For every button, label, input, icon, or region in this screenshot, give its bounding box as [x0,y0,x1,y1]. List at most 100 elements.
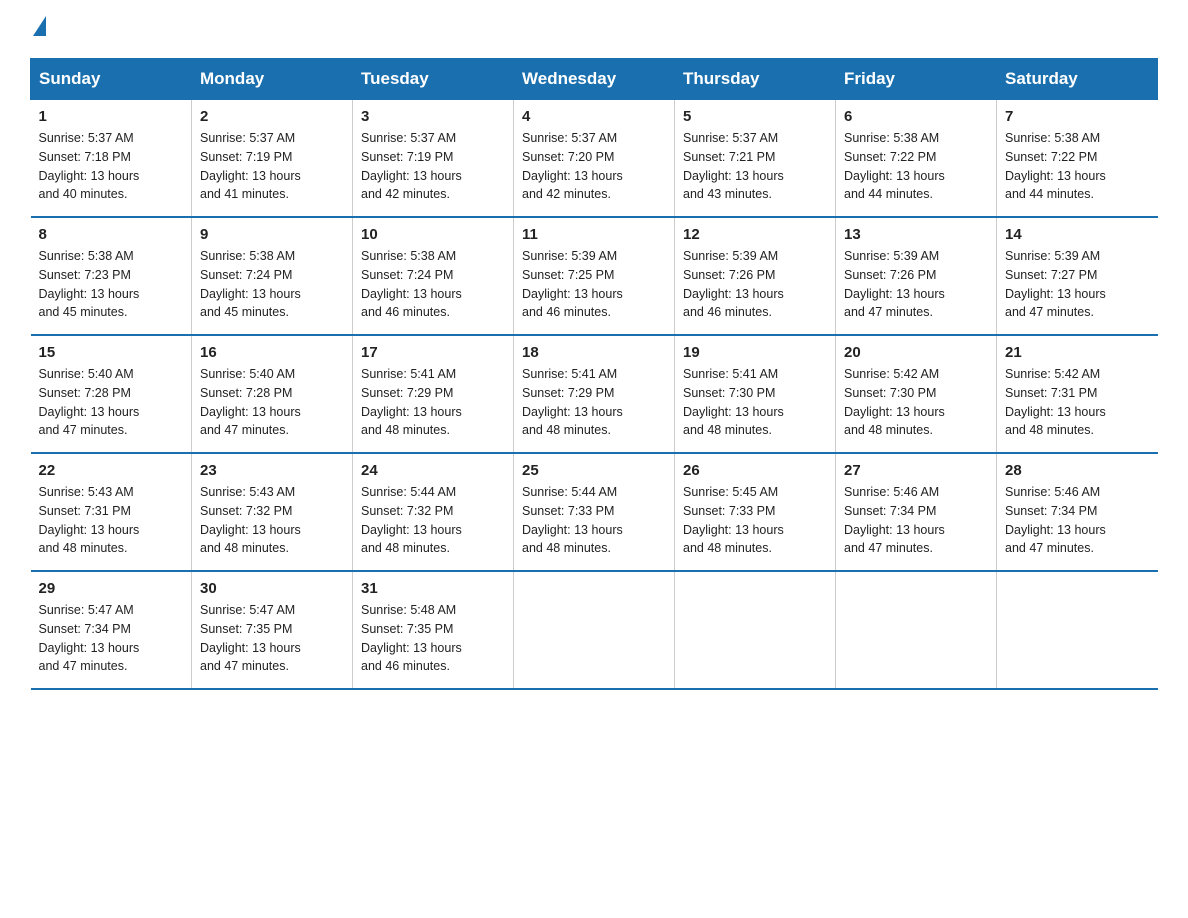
calendar-cell: 23 Sunrise: 5:43 AMSunset: 7:32 PMDaylig… [192,453,353,571]
day-number: 9 [200,226,344,243]
calendar-cell: 16 Sunrise: 5:40 AMSunset: 7:28 PMDaylig… [192,335,353,453]
calendar-cell: 27 Sunrise: 5:46 AMSunset: 7:34 PMDaylig… [836,453,997,571]
calendar-row-week-5: 29 Sunrise: 5:47 AMSunset: 7:34 PMDaylig… [31,571,1158,689]
day-info: Sunrise: 5:37 AMSunset: 7:19 PMDaylight:… [361,131,462,201]
day-number: 20 [844,344,988,361]
day-info: Sunrise: 5:47 AMSunset: 7:35 PMDaylight:… [200,603,301,673]
calendar-table: SundayMondayTuesdayWednesdayThursdayFrid… [30,58,1158,690]
day-info: Sunrise: 5:46 AMSunset: 7:34 PMDaylight:… [844,485,945,555]
day-info: Sunrise: 5:47 AMSunset: 7:34 PMDaylight:… [39,603,140,673]
calendar-cell: 7 Sunrise: 5:38 AMSunset: 7:22 PMDayligh… [997,100,1158,218]
day-number: 31 [361,580,505,597]
day-info: Sunrise: 5:43 AMSunset: 7:32 PMDaylight:… [200,485,301,555]
calendar-cell: 21 Sunrise: 5:42 AMSunset: 7:31 PMDaylig… [997,335,1158,453]
calendar-cell: 22 Sunrise: 5:43 AMSunset: 7:31 PMDaylig… [31,453,192,571]
day-number: 23 [200,462,344,479]
day-number: 3 [361,108,505,125]
header-tuesday: Tuesday [353,59,514,100]
day-info: Sunrise: 5:38 AMSunset: 7:24 PMDaylight:… [200,249,301,319]
day-info: Sunrise: 5:38 AMSunset: 7:22 PMDaylight:… [1005,131,1106,201]
day-info: Sunrise: 5:37 AMSunset: 7:21 PMDaylight:… [683,131,784,201]
day-number: 8 [39,226,184,243]
day-number: 10 [361,226,505,243]
day-info: Sunrise: 5:44 AMSunset: 7:32 PMDaylight:… [361,485,462,555]
day-info: Sunrise: 5:39 AMSunset: 7:27 PMDaylight:… [1005,249,1106,319]
header-wednesday: Wednesday [514,59,675,100]
day-info: Sunrise: 5:39 AMSunset: 7:26 PMDaylight:… [844,249,945,319]
calendar-cell: 5 Sunrise: 5:37 AMSunset: 7:21 PMDayligh… [675,100,836,218]
calendar-cell [675,571,836,689]
day-info: Sunrise: 5:45 AMSunset: 7:33 PMDaylight:… [683,485,784,555]
header-thursday: Thursday [675,59,836,100]
day-number: 4 [522,108,666,125]
day-number: 22 [39,462,184,479]
day-info: Sunrise: 5:46 AMSunset: 7:34 PMDaylight:… [1005,485,1106,555]
header-sunday: Sunday [31,59,192,100]
page-header [30,20,1158,40]
calendar-cell: 10 Sunrise: 5:38 AMSunset: 7:24 PMDaylig… [353,217,514,335]
day-number: 11 [522,226,666,243]
calendar-row-week-2: 8 Sunrise: 5:38 AMSunset: 7:23 PMDayligh… [31,217,1158,335]
day-number: 13 [844,226,988,243]
day-number: 28 [1005,462,1150,479]
calendar-cell [997,571,1158,689]
day-number: 2 [200,108,344,125]
day-info: Sunrise: 5:43 AMSunset: 7:31 PMDaylight:… [39,485,140,555]
calendar-cell: 19 Sunrise: 5:41 AMSunset: 7:30 PMDaylig… [675,335,836,453]
calendar-cell: 20 Sunrise: 5:42 AMSunset: 7:30 PMDaylig… [836,335,997,453]
day-info: Sunrise: 5:48 AMSunset: 7:35 PMDaylight:… [361,603,462,673]
calendar-cell: 18 Sunrise: 5:41 AMSunset: 7:29 PMDaylig… [514,335,675,453]
calendar-cell: 1 Sunrise: 5:37 AMSunset: 7:18 PMDayligh… [31,100,192,218]
day-number: 29 [39,580,184,597]
header-monday: Monday [192,59,353,100]
day-number: 21 [1005,344,1150,361]
calendar-cell [836,571,997,689]
day-number: 27 [844,462,988,479]
day-info: Sunrise: 5:37 AMSunset: 7:19 PMDaylight:… [200,131,301,201]
day-number: 5 [683,108,827,125]
calendar-cell: 4 Sunrise: 5:37 AMSunset: 7:20 PMDayligh… [514,100,675,218]
calendar-cell: 8 Sunrise: 5:38 AMSunset: 7:23 PMDayligh… [31,217,192,335]
day-info: Sunrise: 5:37 AMSunset: 7:20 PMDaylight:… [522,131,623,201]
calendar-cell: 14 Sunrise: 5:39 AMSunset: 7:27 PMDaylig… [997,217,1158,335]
header-friday: Friday [836,59,997,100]
day-number: 26 [683,462,827,479]
day-info: Sunrise: 5:42 AMSunset: 7:30 PMDaylight:… [844,367,945,437]
calendar-cell: 12 Sunrise: 5:39 AMSunset: 7:26 PMDaylig… [675,217,836,335]
day-info: Sunrise: 5:37 AMSunset: 7:18 PMDaylight:… [39,131,140,201]
day-number: 24 [361,462,505,479]
calendar-cell: 15 Sunrise: 5:40 AMSunset: 7:28 PMDaylig… [31,335,192,453]
day-number: 25 [522,462,666,479]
day-number: 12 [683,226,827,243]
logo [30,20,46,40]
day-number: 18 [522,344,666,361]
calendar-header-row: SundayMondayTuesdayWednesdayThursdayFrid… [31,59,1158,100]
day-info: Sunrise: 5:44 AMSunset: 7:33 PMDaylight:… [522,485,623,555]
calendar-cell: 30 Sunrise: 5:47 AMSunset: 7:35 PMDaylig… [192,571,353,689]
calendar-cell: 2 Sunrise: 5:37 AMSunset: 7:19 PMDayligh… [192,100,353,218]
day-info: Sunrise: 5:41 AMSunset: 7:29 PMDaylight:… [361,367,462,437]
day-info: Sunrise: 5:42 AMSunset: 7:31 PMDaylight:… [1005,367,1106,437]
day-number: 6 [844,108,988,125]
calendar-cell: 24 Sunrise: 5:44 AMSunset: 7:32 PMDaylig… [353,453,514,571]
calendar-cell: 11 Sunrise: 5:39 AMSunset: 7:25 PMDaylig… [514,217,675,335]
day-info: Sunrise: 5:38 AMSunset: 7:22 PMDaylight:… [844,131,945,201]
day-number: 15 [39,344,184,361]
header-saturday: Saturday [997,59,1158,100]
day-number: 19 [683,344,827,361]
day-info: Sunrise: 5:40 AMSunset: 7:28 PMDaylight:… [39,367,140,437]
calendar-cell: 13 Sunrise: 5:39 AMSunset: 7:26 PMDaylig… [836,217,997,335]
day-info: Sunrise: 5:41 AMSunset: 7:29 PMDaylight:… [522,367,623,437]
day-info: Sunrise: 5:39 AMSunset: 7:25 PMDaylight:… [522,249,623,319]
calendar-cell: 28 Sunrise: 5:46 AMSunset: 7:34 PMDaylig… [997,453,1158,571]
day-number: 14 [1005,226,1150,243]
day-number: 30 [200,580,344,597]
day-number: 7 [1005,108,1150,125]
calendar-cell: 3 Sunrise: 5:37 AMSunset: 7:19 PMDayligh… [353,100,514,218]
day-number: 16 [200,344,344,361]
calendar-cell: 6 Sunrise: 5:38 AMSunset: 7:22 PMDayligh… [836,100,997,218]
day-info: Sunrise: 5:38 AMSunset: 7:23 PMDaylight:… [39,249,140,319]
day-info: Sunrise: 5:38 AMSunset: 7:24 PMDaylight:… [361,249,462,319]
calendar-cell: 26 Sunrise: 5:45 AMSunset: 7:33 PMDaylig… [675,453,836,571]
day-info: Sunrise: 5:39 AMSunset: 7:26 PMDaylight:… [683,249,784,319]
